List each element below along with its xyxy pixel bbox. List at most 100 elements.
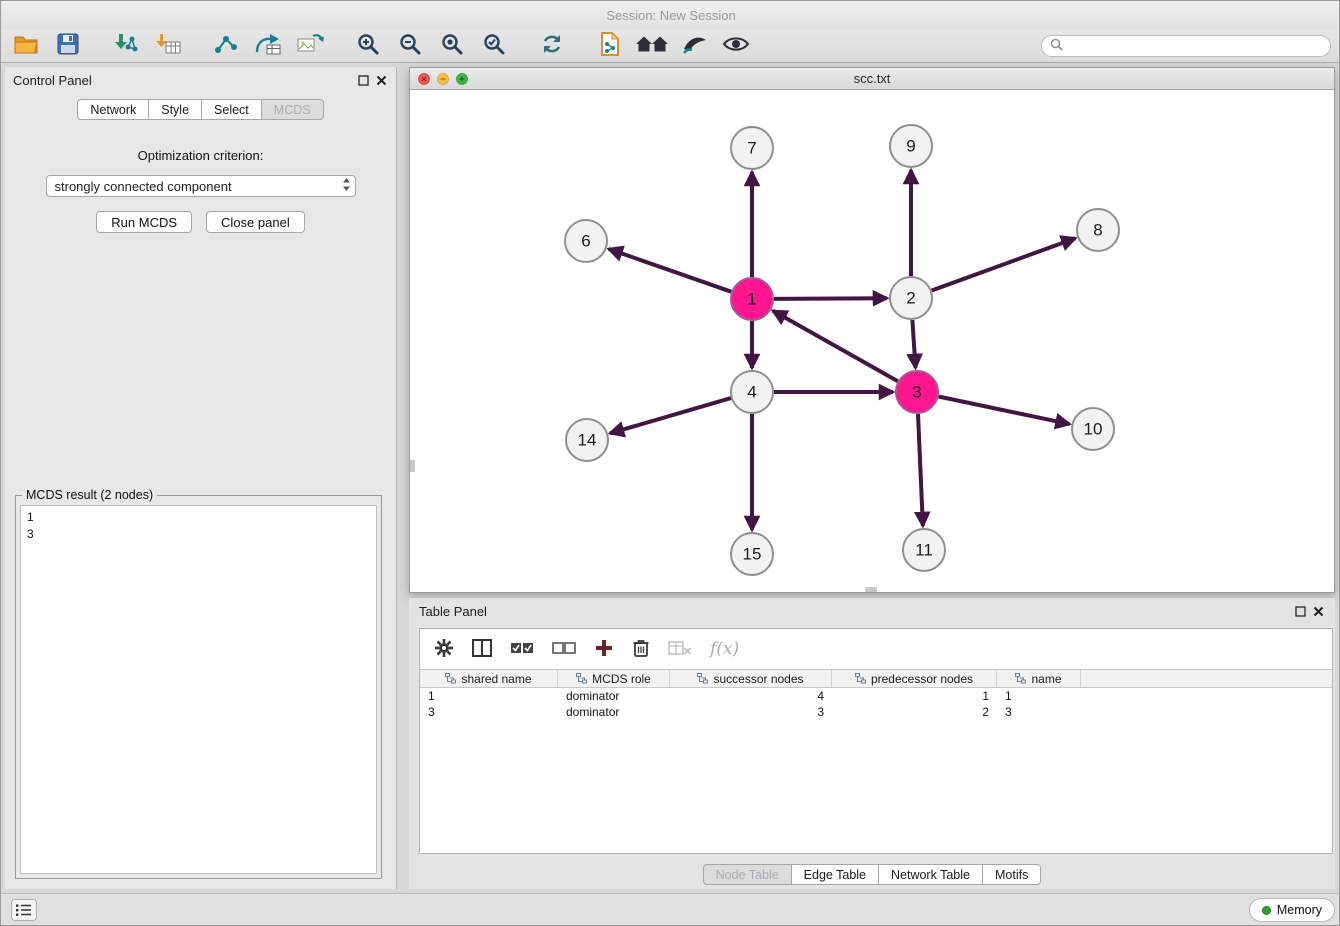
import-network-button[interactable] [109, 31, 143, 61]
graph-edge-4-14[interactable] [610, 398, 731, 433]
import-table-button[interactable] [151, 31, 185, 61]
cell-predecessor-nodes[interactable]: 2 [832, 705, 997, 719]
refresh-button[interactable] [535, 31, 569, 61]
select-all-button[interactable] [510, 641, 534, 658]
svg-text:9: 9 [906, 137, 915, 156]
graph-edge-2-3[interactable] [912, 320, 915, 368]
network-document-button[interactable] [593, 31, 627, 61]
graph-node-9[interactable]: 9 [890, 125, 932, 167]
float-panel-button[interactable] [356, 73, 370, 87]
unchecked-boxes-icon [552, 641, 576, 655]
graph-edge-2-8[interactable] [932, 238, 1076, 290]
window-titlebar[interactable]: Session: New Session [1, 1, 1340, 29]
cell-mcds-role[interactable]: dominator [558, 689, 670, 703]
tab-edge-table[interactable]: Edge Table [792, 864, 879, 885]
run-mcds-button[interactable]: Run MCDS [96, 211, 192, 233]
task-history-button[interactable] [11, 899, 37, 921]
tab-style[interactable]: Style [149, 99, 202, 120]
bottom-scroll-thumb[interactable] [865, 587, 877, 592]
delete-table-button-disabled[interactable] [668, 640, 692, 659]
column-header-label: name [1031, 672, 1061, 686]
graph-node-10[interactable]: 10 [1072, 408, 1114, 450]
show-columns-button[interactable] [472, 639, 492, 660]
close-panel-button-2[interactable]: Close panel [206, 211, 305, 233]
memory-button[interactable]: Memory [1249, 898, 1335, 922]
close-panel-button[interactable] [374, 73, 388, 87]
zoom-out-button[interactable] [393, 31, 427, 61]
mcds-result-groupbox: MCDS result (2 nodes) 1 3 [15, 495, 382, 879]
cell-successor-nodes[interactable]: 3 [670, 705, 832, 719]
column-header-successor-nodes[interactable]: successor nodes [670, 670, 832, 687]
add-column-button[interactable] [594, 638, 614, 661]
cell-name[interactable]: 1 [997, 689, 1081, 703]
network-to-table-button[interactable] [251, 31, 285, 61]
mcds-result-list[interactable]: 1 3 [20, 505, 377, 874]
graph-node-6[interactable]: 6 [565, 220, 607, 262]
graph-node-11[interactable]: 11 [903, 529, 945, 571]
deselect-all-button[interactable] [552, 641, 576, 658]
tab-motifs[interactable]: Motifs [983, 864, 1041, 885]
document-share-icon [598, 31, 622, 60]
graph-edge-1-6[interactable] [609, 249, 732, 292]
column-header-label: shared name [461, 672, 531, 686]
table-settings-button[interactable] [434, 638, 454, 661]
list-icon [16, 904, 32, 916]
graph-edge-1-2[interactable] [774, 298, 887, 299]
search-field[interactable] [1041, 35, 1331, 57]
mcds-result-title: MCDS result (2 nodes) [22, 488, 157, 502]
apply-style-button[interactable] [677, 31, 711, 61]
graph-node-8[interactable]: 8 [1077, 209, 1119, 251]
zoom-fit-button[interactable] [435, 31, 469, 61]
graph-edge-3-11[interactable] [918, 414, 923, 526]
graph-edge-3-1[interactable] [773, 311, 898, 381]
network-canvas[interactable]: 7 9 6 8 1 2 4 3 10 14 15 11 [410, 90, 1334, 592]
cell-name[interactable]: 3 [997, 705, 1081, 719]
table-row[interactable]: 1dominator411 [420, 688, 1332, 704]
tab-mcds[interactable]: MCDS [262, 99, 324, 120]
graph-node-3[interactable]: 3 [896, 371, 938, 413]
tab-node-table[interactable]: Node Table [703, 864, 792, 885]
zoom-in-button[interactable] [351, 31, 385, 61]
table-row[interactable]: 3dominator323 [420, 704, 1332, 720]
graph-node-14[interactable]: 14 [566, 419, 608, 461]
zoom-selected-button[interactable] [477, 31, 511, 61]
close-window-icon[interactable] [418, 73, 430, 88]
memory-status-dot-icon [1262, 906, 1271, 915]
table-close-button[interactable] [1311, 604, 1325, 618]
save-session-button[interactable] [51, 31, 85, 61]
open-session-button[interactable] [9, 31, 43, 61]
tab-network[interactable]: Network [77, 99, 149, 120]
delete-column-button[interactable] [632, 638, 650, 661]
cell-predecessor-nodes[interactable]: 1 [832, 689, 997, 703]
graph-node-15[interactable]: 15 [731, 533, 773, 575]
column-header-mcds-role[interactable]: MCDS role [558, 670, 670, 687]
network-graph[interactable]: 7 9 6 8 1 2 4 3 10 14 15 11 [410, 90, 1334, 592]
graph-node-7[interactable]: 7 [731, 127, 773, 169]
graph-node-1[interactable]: 1 [731, 278, 773, 320]
function-builder-button[interactable]: f(x) [710, 639, 739, 659]
minimize-window-icon[interactable] [437, 73, 449, 88]
new-network-button[interactable] [209, 31, 243, 61]
graph-edge-3-10[interactable] [939, 397, 1070, 425]
column-header-name[interactable]: name [997, 670, 1081, 687]
tab-select[interactable]: Select [202, 99, 262, 120]
show-hide-button[interactable] [719, 31, 753, 61]
cell-mcds-role[interactable]: dominator [558, 705, 670, 719]
graph-node-2[interactable]: 2 [890, 277, 932, 319]
left-scroll-thumb[interactable] [410, 460, 415, 472]
zoom-window-icon[interactable] [456, 73, 468, 88]
cell-successor-nodes[interactable]: 4 [670, 689, 832, 703]
cell-shared-name[interactable]: 3 [420, 705, 558, 719]
tab-network-table[interactable]: Network Table [879, 864, 983, 885]
first-neighbors-button[interactable] [635, 31, 669, 61]
column-header-predecessor-nodes[interactable]: predecessor nodes [832, 670, 997, 687]
maximize-icon [358, 75, 369, 86]
graph-node-4[interactable]: 4 [731, 371, 773, 413]
network-window-titlebar[interactable]: scc.txt [410, 68, 1334, 90]
table-float-button[interactable] [1293, 604, 1307, 618]
column-header-shared-name[interactable]: shared name [420, 670, 558, 687]
export-image-button[interactable] [293, 31, 327, 61]
optimization-criterion-dropdown[interactable]: strongly connected component [46, 175, 356, 197]
search-input[interactable] [1063, 37, 1322, 54]
cell-shared-name[interactable]: 1 [420, 689, 558, 703]
